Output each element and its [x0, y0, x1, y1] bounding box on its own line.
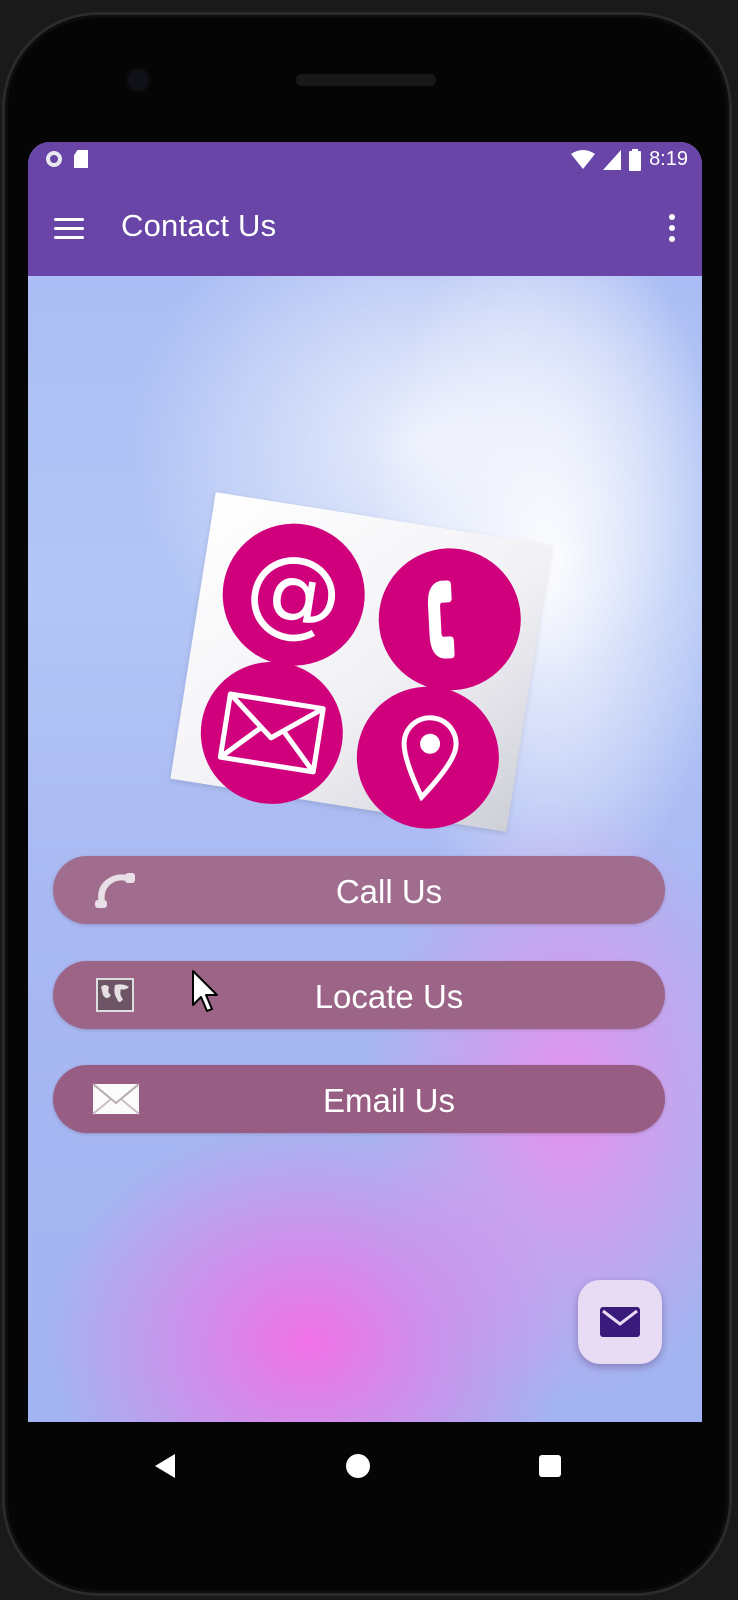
system-navigation-bar [28, 1422, 702, 1510]
email-us-label: Email Us [322, 1082, 456, 1119]
screen: 8:19 Contact Us @ Call Us Locate Us Emai… [28, 142, 702, 1422]
battery-icon [629, 148, 642, 171]
phone-frame: 8:19 Contact Us @ Call Us Locate Us Emai… [2, 12, 732, 1596]
email-fab-button[interactable] [578, 1280, 662, 1364]
back-nav-icon[interactable] [155, 1454, 175, 1478]
recents-nav-icon[interactable] [539, 1455, 561, 1477]
app-bar: Contact Us [28, 182, 702, 276]
envelope-icon [190, 651, 354, 815]
mouse-cursor-icon [192, 970, 218, 1012]
at-sign-icon: @ [212, 513, 375, 676]
map-pin-icon [346, 676, 510, 839]
home-nav-icon[interactable] [346, 1454, 370, 1478]
status-time: 8:19 [649, 148, 688, 170]
wifi-icon [571, 149, 596, 169]
locate-us-button[interactable]: Locate Us [53, 961, 665, 1029]
overflow-menu-icon[interactable] [666, 212, 676, 244]
email-us-button[interactable]: Email Us [53, 1065, 665, 1133]
earpiece-speaker [296, 74, 436, 86]
call-us-label: Call Us [335, 873, 443, 910]
call-us-button[interactable]: Call Us [53, 856, 665, 924]
cellular-signal-icon [603, 149, 622, 170]
status-bar: 8:19 [28, 142, 702, 182]
phone-icon [368, 538, 531, 701]
hamburger-menu-icon[interactable] [54, 216, 86, 240]
front-camera [128, 70, 148, 90]
locate-us-label: Locate Us [314, 978, 464, 1015]
sd-card-icon [74, 150, 88, 168]
page-title: Contact Us [121, 208, 277, 243]
contact-logo: @ [170, 492, 552, 839]
email-icon [600, 1307, 640, 1337]
sync-icon [46, 151, 62, 167]
